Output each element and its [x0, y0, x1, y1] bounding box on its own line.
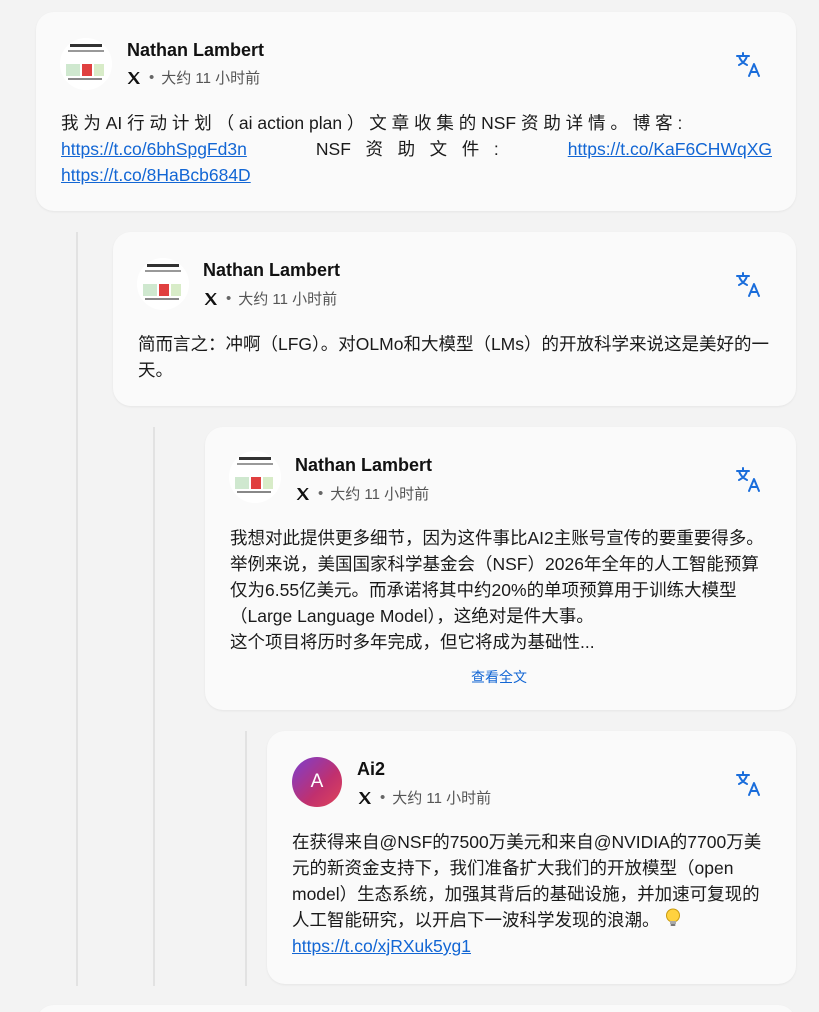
post-time: 大约 11 小时前 [238, 291, 338, 308]
x-logo-icon [358, 791, 371, 804]
separator-dot: • [318, 485, 324, 502]
post-meta: • 大约 11 小时前 [203, 288, 337, 309]
post-meta: • 大约 11 小时前 [357, 787, 491, 808]
post-text: 简而言之：冲啊（LFG）。对OLMo和大模型（LMs）的开放科学来说这是美好的一… [138, 334, 769, 380]
avatar[interactable]: A [292, 757, 342, 807]
post-card[interactable]: A Ai2 • 大约 11 小时前 在获得来自@NSF的7500万美元和来自@N… [267, 731, 796, 984]
separator-dot: • [380, 789, 386, 806]
avatar[interactable] [60, 38, 112, 90]
post-card[interactable]: Nathan Lambert • 大约 11 小时前 我 为 AI 行 动 计 … [36, 12, 796, 211]
post-time: 大约 11 小时前 [161, 70, 261, 87]
post-meta: • 大约 11 小时前 [126, 67, 260, 88]
post-text-main: 在获得来自@NSF的7500万美元和来自@NVIDIA的7700万美元的新资金支… [292, 832, 762, 930]
post-text-main: 我想对此提供更多细节，因为这件事比AI2主账号宣传的要重要得多。举例来说，美国国… [230, 528, 764, 626]
post-text: 我想对此提供更多细节，因为这件事比AI2主账号宣传的要重要得多。举例来说，美国国… [230, 525, 775, 655]
blog-link[interactable]: https://t.co/6bhSpgFd3n [61, 136, 247, 162]
separator-dot: • [149, 69, 155, 86]
author-name[interactable]: Nathan Lambert [295, 455, 432, 476]
author-name[interactable]: Nathan Lambert [203, 260, 340, 281]
x-logo-icon [204, 292, 217, 305]
author-name[interactable]: Ai2 [357, 759, 385, 780]
post-card[interactable]: Nathan Lambert • 大约 11 小时前 简而言之：冲啊（LFG）。… [113, 232, 796, 406]
see-more-link[interactable]: 查看全文 [471, 667, 527, 687]
thread-line-level-3 [245, 731, 247, 986]
translate-icon[interactable] [735, 270, 763, 298]
docs-link[interactable]: https://t.co/KaF6CHWqXG [568, 136, 772, 162]
x-logo-icon [127, 71, 140, 84]
next-post-card[interactable] [36, 1005, 796, 1012]
translate-icon[interactable] [735, 465, 763, 493]
post-text: 我 为 AI 行 动 计 划 （ ai action plan ） 文 章 收 … [61, 110, 772, 188]
lightbulb-icon [666, 908, 681, 926]
translate-icon[interactable] [735, 769, 763, 797]
thread-line-level-1 [76, 232, 78, 986]
thread-line-level-2 [153, 427, 155, 986]
x-logo-icon [296, 487, 309, 500]
avatar[interactable] [137, 258, 189, 310]
author-name[interactable]: Nathan Lambert [127, 40, 264, 61]
post-text-line: 我 为 AI 行 动 计 划 （ ai action plan ） 文 章 收 … [61, 113, 683, 133]
post-link[interactable]: https://t.co/xjRXuk5yg1 [292, 936, 471, 956]
post-time: 大约 11 小时前 [392, 790, 492, 807]
extra-link[interactable]: https://t.co/8HaBcb684D [61, 165, 251, 185]
post-card[interactable]: Nathan Lambert • 大约 11 小时前 我想对此提供更多细节，因为… [205, 427, 796, 710]
separator-dot: • [226, 290, 232, 307]
post-text-continued: 这个项目将历时多年完成，但它将成为基础性... [230, 632, 595, 652]
post-text: 在获得来自@NSF的7500万美元和来自@NVIDIA的7700万美元的新资金支… [292, 829, 772, 959]
avatar[interactable] [229, 451, 281, 503]
post-time: 大约 11 小时前 [330, 486, 430, 503]
post-meta: • 大约 11 小时前 [295, 483, 429, 504]
docs-label: NSF 资 助 文 件 : [315, 139, 499, 159]
translate-icon[interactable] [735, 50, 763, 78]
